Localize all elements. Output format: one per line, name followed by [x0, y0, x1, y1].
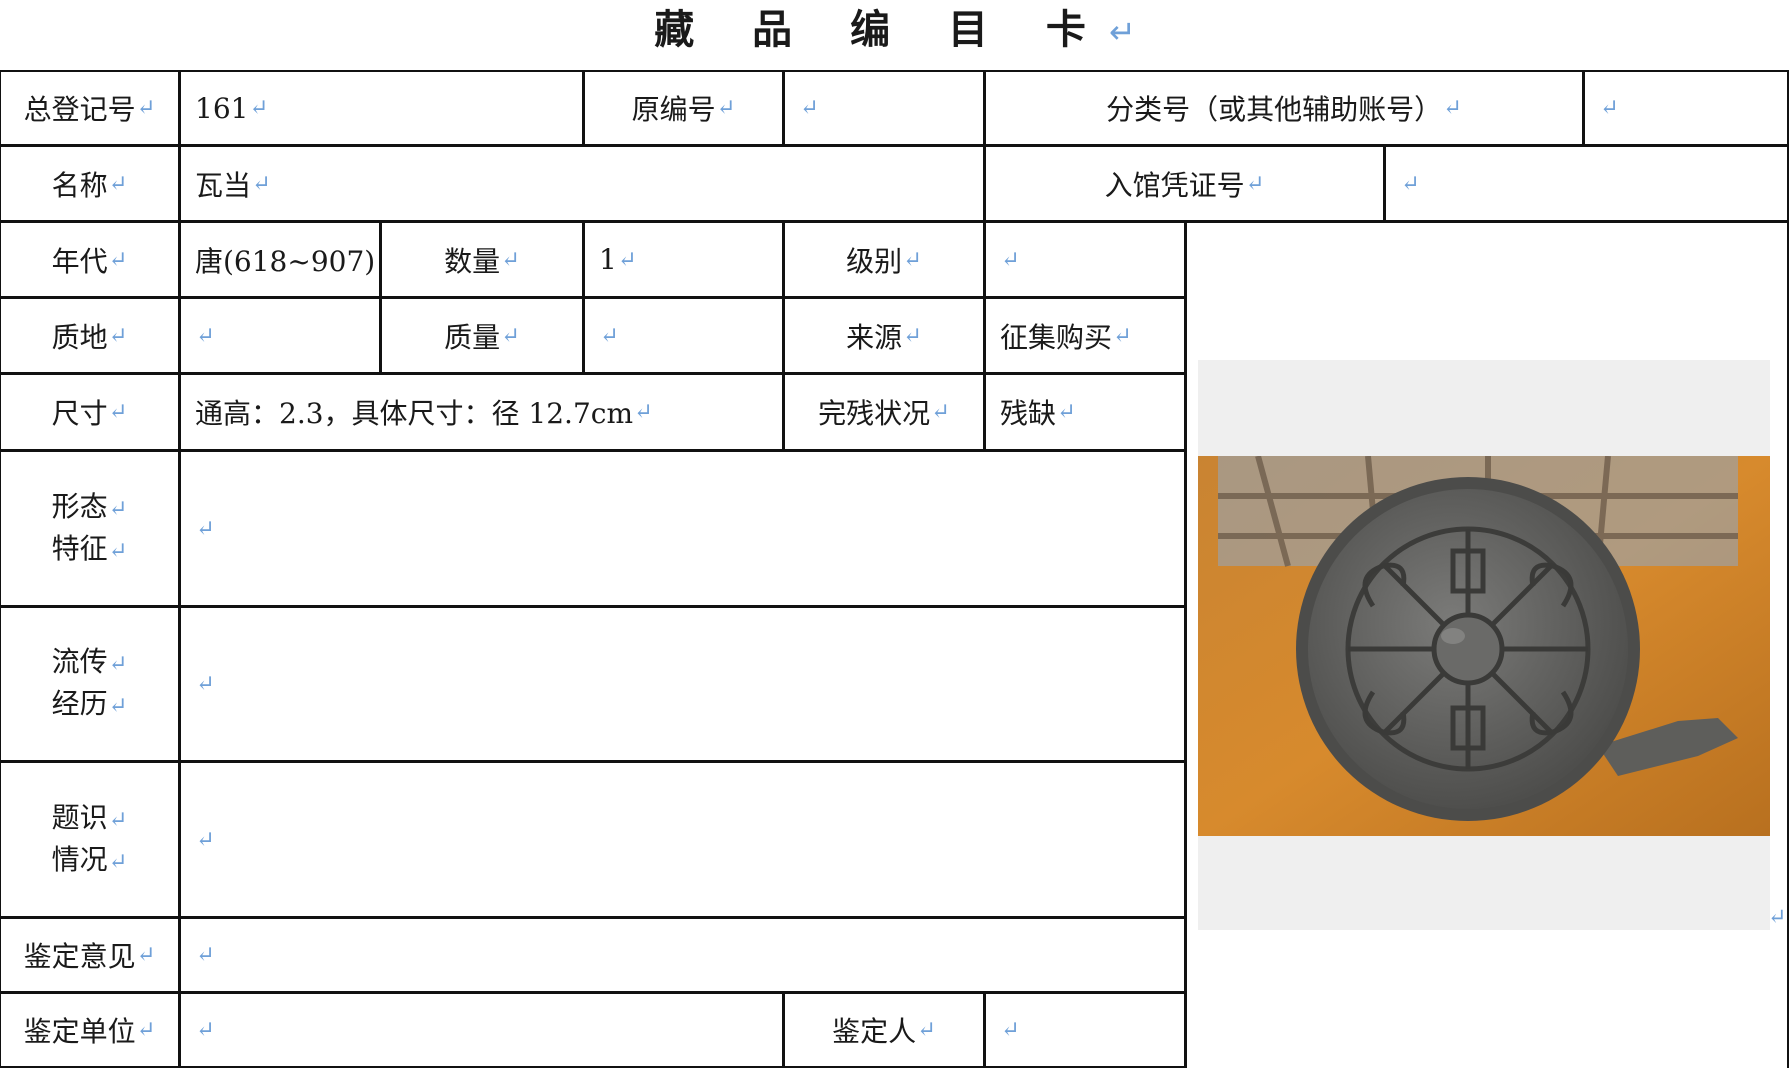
label-condition: 完残状况 ↵: [783, 373, 985, 451]
value-appraiser[interactable]: ↵: [984, 992, 1186, 1068]
value-form[interactable]: ↵: [179, 450, 1186, 607]
value-quantity[interactable]: 1 ↵: [583, 221, 784, 298]
value-total-reg-no[interactable]: 161 ↵: [179, 70, 584, 146]
label-orig-no: 原编号 ↵: [583, 70, 784, 146]
label-era: 年代 ↵: [0, 221, 180, 298]
value-level[interactable]: ↵: [984, 221, 1186, 298]
label-name: 名称 ↵: [0, 145, 180, 222]
card-title: 藏 品 编 目 卡↵: [654, 7, 1136, 53]
value-source[interactable]: 征集购买 ↵: [984, 297, 1186, 374]
label-entry-voucher: 入馆凭证号 ↵: [984, 145, 1385, 222]
label-source: 来源 ↵: [783, 297, 985, 374]
label-appraisal-opinion: 鉴定意见 ↵: [0, 917, 180, 993]
label-total-reg-no: 总登记号 ↵: [0, 70, 180, 146]
value-weight[interactable]: ↵: [583, 297, 784, 374]
paragraph-mark: ↵: [1768, 905, 1787, 930]
value-material[interactable]: ↵: [179, 297, 381, 374]
label-material: 质地 ↵: [0, 297, 180, 374]
label-appraiser: 鉴定人 ↵: [783, 992, 985, 1068]
label-size: 尺寸 ↵: [0, 373, 180, 451]
value-condition[interactable]: 残缺 ↵: [984, 373, 1186, 451]
label-weight: 质量 ↵: [380, 297, 584, 374]
label-history: 流传↵ 经历↵: [0, 606, 180, 762]
value-orig-no[interactable]: ↵: [783, 70, 985, 146]
label-class-no: 分类号（或其他辅助账号） ↵: [984, 70, 1584, 146]
value-inscription[interactable]: ↵: [179, 761, 1186, 918]
label-appraisal-unit: 鉴定单位 ↵: [0, 992, 180, 1068]
label-level: 级别 ↵: [783, 221, 985, 298]
value-entry-voucher[interactable]: ↵: [1384, 145, 1789, 222]
value-class-no[interactable]: ↵: [1583, 70, 1789, 146]
artifact-photo: [1198, 360, 1770, 930]
value-size[interactable]: 通高：2.3，具体尺寸：径 12.7cm ↵: [179, 373, 784, 451]
label-form: 形态↵ 特征↵: [0, 450, 180, 607]
value-era[interactable]: 唐(618~907)↵: [179, 221, 381, 298]
value-appraisal-unit[interactable]: ↵: [179, 992, 784, 1068]
label-quantity: 数量 ↵: [380, 221, 584, 298]
value-history[interactable]: ↵: [179, 606, 1186, 762]
eave-tile-image: [1198, 456, 1770, 836]
value-name[interactable]: 瓦当 ↵: [179, 145, 985, 222]
label-inscription: 题识↵ 情况↵: [0, 761, 180, 918]
value-appraisal-opinion[interactable]: ↵: [179, 917, 1186, 993]
